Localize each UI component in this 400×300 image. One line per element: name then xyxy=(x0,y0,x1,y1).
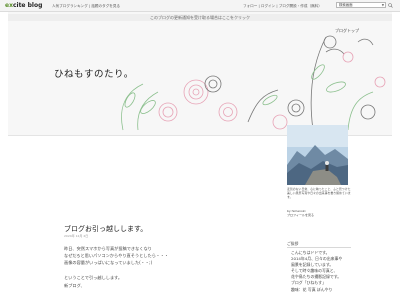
excite-blog-logo[interactable]: excite blog xyxy=(5,2,42,9)
profile-photo[interactable] xyxy=(287,125,348,185)
post-date: 2024年 12月 2日 xyxy=(64,233,89,238)
greeting-line: ブログ「ひねもす」 xyxy=(291,280,327,285)
ranking-links[interactable]: 人気ブログランキング | 話題のタグを見る xyxy=(52,4,120,9)
post-body-line: 昨日、突然スマホから写真が投稿できなくなり xyxy=(64,246,152,251)
greeting-line: 趣味：花 写真 ぼんやり xyxy=(291,287,333,292)
greeting-heading: ご挨拶 xyxy=(287,241,351,248)
blog-header: このブログの更新通知を受け取る場合はここをクリック ひねもすのたり。 ブログトッ… xyxy=(8,12,392,136)
post-body-line: 新ブログ、 xyxy=(64,283,85,288)
post-title[interactable]: ブログお引っ越しします。 xyxy=(64,224,147,234)
post-body-line: なぜだろと思いパソコンからやり直そうとしたら・・・ xyxy=(64,253,169,258)
top-bar: excite blog 人気ブログランキング | 話題のタグを見る フォロー |… xyxy=(0,0,400,12)
account-links[interactable]: フォロー | ログイン | ブログ開設・作成（無料） xyxy=(243,4,322,9)
profile-description: 変哲のない日常、心に映ったこと、ふと見つけた美しい風景写真や日々の出来事を書き留… xyxy=(287,187,351,199)
search-scope-value: 検索画面 xyxy=(339,3,353,7)
post-body-line: 画像の容量がいっぱいになっていました(・・;) xyxy=(64,260,153,265)
blog-top-link[interactable]: ブログトップ xyxy=(335,28,359,34)
search-icon[interactable] xyxy=(388,3,393,8)
blog-title[interactable]: ひねもすのたり。 xyxy=(54,66,134,80)
search-scope-select[interactable]: 検索画面 ▼ xyxy=(336,2,386,8)
chevron-down-icon: ▼ xyxy=(381,3,384,7)
view-profile-link[interactable]: プロフィールを見る xyxy=(287,213,314,217)
post-body-line: ということで引っ越しします。 xyxy=(64,275,123,280)
